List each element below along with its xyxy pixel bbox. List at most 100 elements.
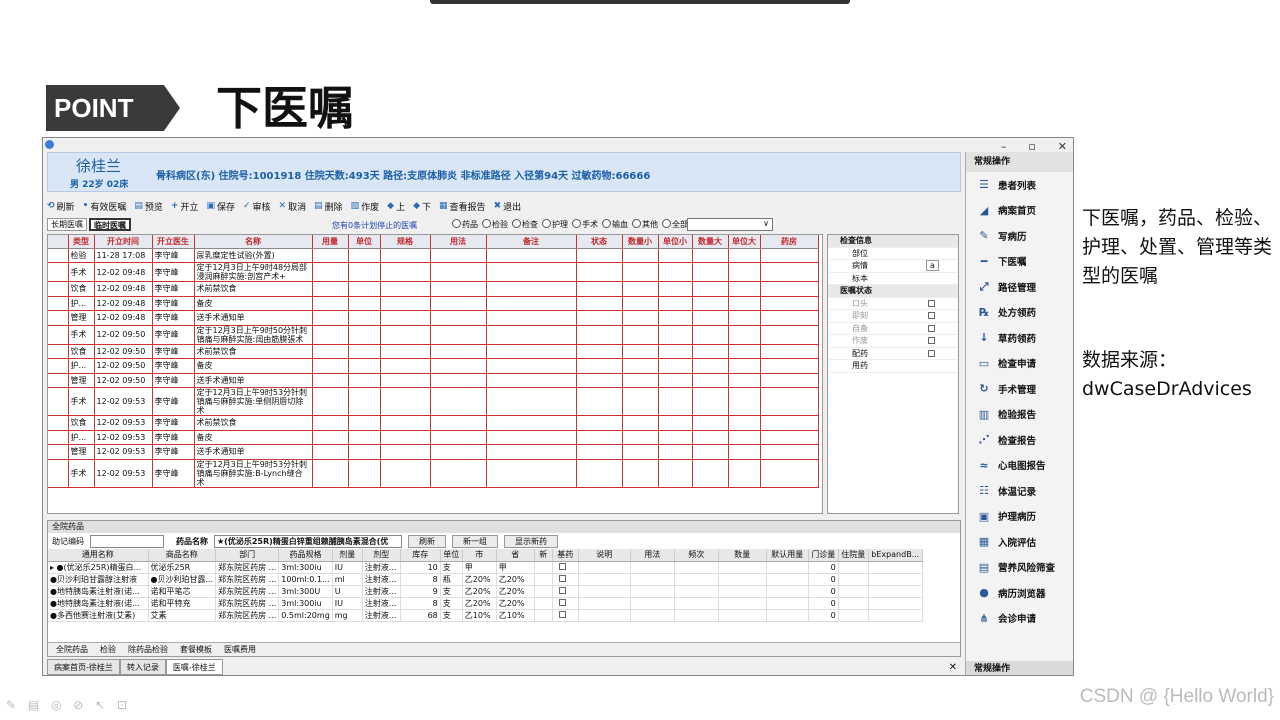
order-cell-empty[interactable] — [380, 444, 431, 460]
order-cell-empty[interactable] — [728, 262, 761, 282]
drug-col-13[interactable]: 用法 — [630, 549, 675, 562]
order-cell-empty[interactable] — [622, 387, 659, 416]
operation-item-11[interactable]: ≈ 心电图报告 — [966, 453, 1073, 479]
order-cell-empty[interactable] — [486, 444, 577, 460]
order-cell-empty[interactable] — [728, 415, 761, 431]
order-cell-empty[interactable] — [760, 430, 819, 445]
drug-basic-cell[interactable] — [552, 573, 579, 586]
order-row[interactable]: 护... 12-02 09:50 李守峰 备皮 — [48, 358, 819, 374]
order-cell-empty[interactable] — [430, 459, 487, 488]
order-cell-empty[interactable] — [486, 459, 577, 488]
order-cell-empty[interactable] — [658, 325, 693, 345]
order-cell-empty[interactable] — [430, 325, 487, 345]
record-tab-1[interactable]: 转入记录 — [119, 659, 166, 675]
record-tab-2[interactable]: 医嘱-徐桂兰 — [165, 659, 223, 675]
order-col-3[interactable]: 名称 — [194, 235, 313, 249]
drug-col-7[interactable]: 单位 — [440, 549, 463, 562]
order-cell-empty[interactable] — [576, 281, 623, 297]
drug-basic-checkbox[interactable] — [558, 562, 566, 570]
drug-basic-checkbox[interactable] — [558, 574, 566, 582]
order-col-6[interactable]: 规格 — [380, 235, 431, 249]
operation-item-15[interactable]: ▤ 营养风险筛查 — [966, 555, 1073, 581]
order-row[interactable]: 管理 12-02 09:50 李守峰 送手术通知单 — [48, 373, 819, 388]
drug-basic-cell[interactable] — [552, 585, 579, 598]
order-cell-empty[interactable] — [728, 387, 761, 416]
order-cell-empty[interactable] — [622, 373, 659, 388]
order-cell-empty[interactable] — [312, 415, 349, 431]
order-cell-empty[interactable] — [486, 248, 577, 263]
order-cell-empty[interactable] — [728, 296, 761, 311]
operation-item-10[interactable]: ⋰ 检查报告 — [966, 427, 1073, 453]
drug-col-2[interactable]: 部门 — [215, 549, 280, 562]
toolbar-button-7[interactable]: ▤ 删除 — [314, 200, 343, 213]
order-cell-empty[interactable] — [312, 296, 349, 311]
order-cell-empty[interactable] — [348, 310, 381, 326]
order-row[interactable]: 饮食 12-02 09:50 李守峰 术前禁饮食 — [48, 344, 819, 359]
order-cell-empty[interactable] — [760, 248, 819, 263]
order-col-0[interactable]: 类型 — [68, 235, 95, 249]
order-cell-empty[interactable] — [348, 281, 381, 297]
order-cell-empty[interactable] — [760, 459, 819, 488]
operation-item-5[interactable]: ℞ 处方领药 — [966, 300, 1073, 326]
order-cell-empty[interactable] — [312, 373, 349, 388]
order-cell-empty[interactable] — [692, 248, 729, 263]
order-cell-empty[interactable] — [622, 344, 659, 359]
presentation-tools[interactable]: ✎ ▤ ◎ ⊘ ↖ ⊡ — [6, 698, 131, 712]
order-cell-empty[interactable] — [348, 262, 381, 282]
order-cell-empty[interactable] — [380, 262, 431, 282]
order-cell-empty[interactable] — [348, 248, 381, 263]
order-cell-empty[interactable] — [486, 310, 577, 326]
order-cell-empty[interactable] — [430, 344, 487, 359]
tab-long-term-orders[interactable]: 长期医嘱 — [47, 218, 87, 231]
toolbar-button-5[interactable]: ✓ 审核 — [243, 200, 271, 213]
order-type-radio-0[interactable]: 药品 — [452, 219, 478, 230]
order-cell-empty[interactable] — [622, 430, 659, 445]
drug-tab-0[interactable]: 全院药品 — [56, 644, 88, 655]
order-cell-empty[interactable] — [380, 344, 431, 359]
order-cell-empty[interactable] — [430, 248, 487, 263]
order-cell-empty[interactable] — [348, 430, 381, 445]
drug-col-3[interactable]: 药品规格 — [278, 549, 333, 562]
order-cell-empty[interactable] — [486, 344, 577, 359]
order-cell-empty[interactable] — [486, 373, 577, 388]
drug-tab-4[interactable]: 医嘱费用 — [224, 644, 256, 655]
toolbar-button-3[interactable]: + 开立 — [171, 200, 199, 213]
order-cell-empty[interactable] — [430, 387, 487, 416]
operation-item-13[interactable]: ▣ 护理病历 — [966, 504, 1073, 530]
order-cell-empty[interactable] — [486, 358, 577, 374]
order-cell-empty[interactable] — [486, 430, 577, 445]
order-cell-empty[interactable] — [348, 415, 381, 431]
operation-item-7[interactable]: ▭ 检查申请 — [966, 351, 1073, 377]
drug-row[interactable]: ▸ ●(优泌乐25R)精蛋白... 优泌乐25R 郑东院区药房 ... 3ml:300… — [48, 561, 923, 574]
order-row[interactable]: 管理 12-02 09:48 李守峰 送手术通知单 — [48, 310, 819, 326]
order-cell-empty[interactable] — [728, 310, 761, 326]
toolbar-button-12[interactable]: ✖ 退出 — [494, 200, 522, 213]
order-cell-empty[interactable] — [430, 415, 487, 431]
order-cell-empty[interactable] — [380, 387, 431, 416]
order-cell-empty[interactable] — [728, 430, 761, 445]
order-cell-empty[interactable] — [692, 387, 729, 416]
order-cell-empty[interactable] — [348, 444, 381, 460]
order-cell-empty[interactable] — [576, 373, 623, 388]
order-cell-empty[interactable] — [312, 444, 349, 460]
order-cell-empty[interactable] — [380, 325, 431, 345]
order-cell-empty[interactable] — [658, 296, 693, 311]
drug-row[interactable]: ●地特胰岛素注射液(诺... 诺和平特充 郑东院区药房 ... 3ml:300iu IU… — [48, 597, 923, 610]
order-cell-empty[interactable] — [658, 358, 693, 374]
order-cell-empty[interactable] — [692, 310, 729, 326]
order-cell-empty[interactable] — [622, 248, 659, 263]
order-cell-empty[interactable] — [430, 281, 487, 297]
order-col-14[interactable]: 药房 — [760, 235, 819, 249]
order-row[interactable]: 检验 11-28 17:08 李守峰 尿乳糜定性试验(外置) — [48, 248, 819, 263]
order-cell-empty[interactable] — [348, 358, 381, 374]
order-cell-empty[interactable] — [692, 415, 729, 431]
order-cell-empty[interactable] — [622, 415, 659, 431]
order-cell-empty[interactable] — [760, 325, 819, 345]
toolbar-button-1[interactable]: • 有效医嘱 — [83, 200, 127, 213]
drug-col-4[interactable]: 剂量 — [332, 549, 363, 562]
operation-item-2[interactable]: ✎ 写病历 — [966, 223, 1073, 249]
order-type-radio-7[interactable]: 全部 — [662, 219, 688, 230]
order-col-5[interactable]: 单位 — [348, 235, 381, 249]
order-cell-empty[interactable] — [760, 281, 819, 297]
order-cell-empty[interactable] — [728, 325, 761, 345]
